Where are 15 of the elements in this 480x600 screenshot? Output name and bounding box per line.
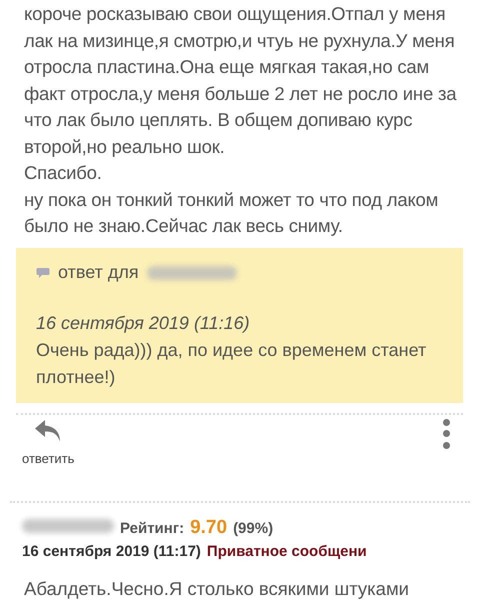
speech-bubble-icon: [36, 266, 50, 278]
rating-label: Рейтинг:: [120, 520, 184, 537]
post-text: короче росказываю свои ощущения.Отпал у меня лак на мизинце,я смотрю,и чтуь не рухнула.У меня отросла пластина.Она еще мягкая такая,но сам факт отросла,у меня больше 2 лет не росло ине за что лак было цеплять. В общем допиваю курс второй,но реально шок.: [24, 2, 458, 159]
post-text: ну пока он тонкий тонкий может то что под лаком было не знаю.Сейчас лак весь сниму.: [24, 188, 440, 238]
reply-button[interactable]: ответить: [22, 418, 74, 466]
post-text: Абалдеть.Чесно.Я столько всякими штуками: [23, 577, 410, 600]
post-text: Спасибо.: [24, 161, 103, 185]
reply-text: Очень рада))) да, по идее со временем станет плотнее!): [36, 338, 428, 389]
reply-to-label: ответ для: [58, 262, 139, 283]
rating-value: 9.70: [190, 517, 228, 539]
reply-arrow-icon: [34, 418, 62, 442]
post-date: 16 сентября 2019 (11:17): [22, 543, 201, 560]
private-message-link[interactable]: Приватное сообщени: [206, 543, 367, 560]
reply-date: 16 сентября 2019 (11:16): [36, 312, 251, 335]
rating-percent: (99%): [233, 520, 274, 537]
